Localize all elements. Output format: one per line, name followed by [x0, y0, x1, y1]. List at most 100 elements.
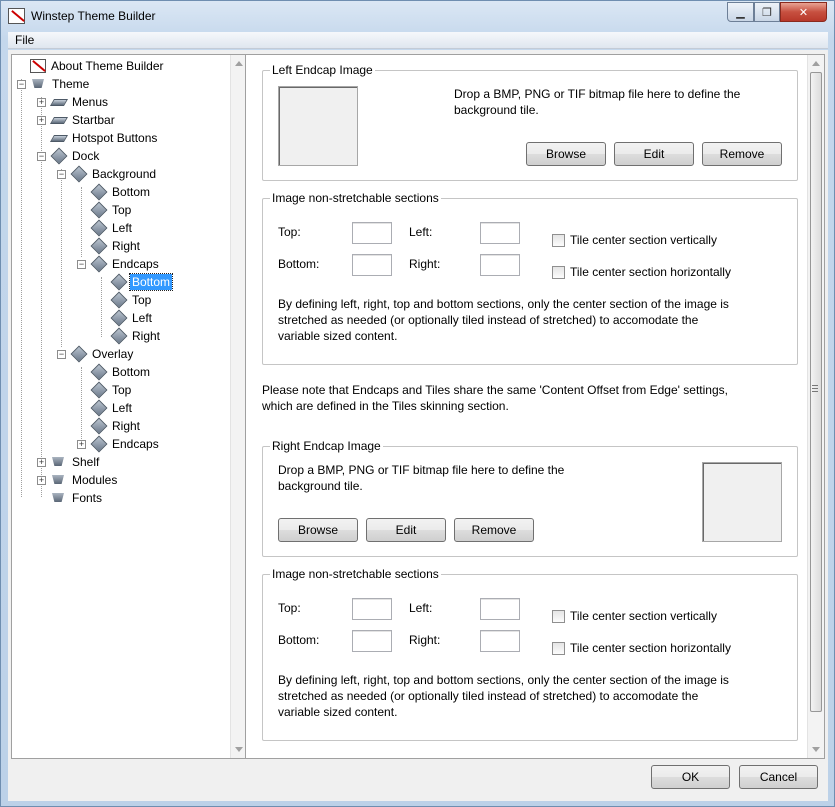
tree-item-overlay-top[interactable]: Top [90, 381, 133, 399]
scroll-grip-icon [812, 385, 818, 392]
right-edit-button[interactable]: Edit [366, 518, 446, 542]
scroll-down-arrow-icon[interactable] [235, 747, 243, 752]
background-icon [70, 167, 87, 181]
tree-item-background[interactable]: Background [70, 165, 158, 183]
left-remove-button[interactable]: Remove [702, 142, 782, 166]
tree-label: Left [112, 401, 133, 415]
tree-item-modules[interactable]: Modules [50, 471, 119, 489]
client-area: About Theme Builder − Theme + Menus + St… [8, 50, 828, 801]
collapse-endcaps-toggle[interactable]: − [77, 260, 86, 269]
menu-bar: File [8, 32, 828, 49]
top-label: Top: [278, 601, 301, 615]
tree-item-endcaps-right[interactable]: Right [110, 327, 162, 345]
expand-shelf-toggle[interactable]: + [37, 458, 46, 467]
close-icon: ✕ [798, 6, 809, 19]
scroll-down-arrow-icon[interactable] [812, 747, 820, 752]
close-button[interactable]: ✕ [780, 2, 827, 22]
collapse-dock-toggle[interactable]: − [37, 152, 46, 161]
left-field[interactable] [480, 598, 520, 620]
left-edit-button[interactable]: Edit [614, 142, 694, 166]
left-endcap-drop-zone[interactable] [278, 86, 358, 166]
tree-item-background-top[interactable]: Top [90, 201, 133, 219]
tree-item-about[interactable]: About Theme Builder [30, 57, 166, 75]
bottom-field[interactable] [352, 630, 392, 652]
maximize-button[interactable]: ❐ [754, 2, 780, 22]
left-browse-button[interactable]: Browse [526, 142, 606, 166]
scroll-thumb[interactable] [810, 72, 822, 712]
right-remove-button[interactable]: Remove [454, 518, 534, 542]
tree-item-fonts[interactable]: Fonts [50, 489, 104, 507]
tree-item-overlay-bottom[interactable]: Bottom [90, 363, 152, 381]
minimize-button[interactable]: ▁ [727, 2, 754, 22]
dock-icon [50, 149, 67, 163]
tree-item-overlay-endcaps[interactable]: Endcaps [90, 435, 161, 453]
expand-modules-toggle[interactable]: + [37, 476, 46, 485]
tree-item-endcaps-top[interactable]: Top [110, 291, 153, 309]
tree-item-dock[interactable]: Dock [50, 147, 101, 165]
menu-file[interactable]: File [15, 33, 34, 47]
top-field[interactable] [352, 598, 392, 620]
tile-vertical-checkbox[interactable] [552, 610, 565, 623]
tree-item-overlay-left[interactable]: Left [90, 399, 134, 417]
theme-tree[interactable]: About Theme Builder − Theme + Menus + St… [11, 54, 248, 759]
left-field[interactable] [480, 222, 520, 244]
tree-label: Bottom [112, 365, 151, 379]
settings-scrollbar[interactable] [807, 55, 824, 758]
scroll-up-arrow-icon[interactable] [812, 61, 820, 66]
tile-vertical-checkbox[interactable] [552, 234, 565, 247]
tree-item-shelf[interactable]: Shelf [50, 453, 101, 471]
top-label: Top: [278, 225, 301, 239]
drop-hint-line2: background tile. [454, 103, 539, 117]
tree-label: Menus [72, 95, 109, 109]
about-icon [30, 59, 46, 73]
tree-item-endcaps-bottom[interactable]: Bottom [110, 273, 174, 291]
shelf-icon [50, 455, 67, 469]
tree-label: Right [112, 239, 141, 253]
tree-item-background-left[interactable]: Left [90, 219, 134, 237]
expand-overlay-endcaps-toggle[interactable]: + [77, 440, 86, 449]
collapse-background-toggle[interactable]: − [57, 170, 66, 179]
tree-item-menus[interactable]: Menus [50, 93, 110, 111]
tree-item-endcaps[interactable]: Endcaps [90, 255, 161, 273]
right-browse-button[interactable]: Browse [278, 518, 358, 542]
description-line1: By defining left, right, top and bottom … [278, 673, 729, 687]
tree-item-theme[interactable]: Theme [30, 75, 91, 93]
title-bar[interactable]: Winstep Theme Builder ▁ ❐ ✕ [1, 1, 834, 32]
cancel-button[interactable]: Cancel [739, 765, 818, 789]
ok-button[interactable]: OK [651, 765, 730, 789]
top-field[interactable] [352, 222, 392, 244]
tree-label: Hotspot Buttons [72, 131, 158, 145]
tree-label: Fonts [72, 491, 103, 505]
right-field[interactable] [480, 630, 520, 652]
tree-item-overlay[interactable]: Overlay [70, 345, 135, 363]
right-field[interactable] [480, 254, 520, 276]
collapse-theme-toggle[interactable]: − [17, 80, 26, 89]
tree-label: Left [112, 221, 133, 235]
bottom-field[interactable] [352, 254, 392, 276]
scroll-up-arrow-icon[interactable] [235, 61, 243, 66]
description-line2: stretched as needed (or optionally tiled… [278, 689, 699, 703]
tile-horizontal-checkbox[interactable] [552, 642, 565, 655]
drop-hint-line1: Drop a BMP, PNG or TIF bitmap file here … [454, 87, 741, 101]
collapse-overlay-toggle[interactable]: − [57, 350, 66, 359]
tree-item-startbar[interactable]: Startbar [50, 111, 117, 129]
tree-item-endcaps-left[interactable]: Left [110, 309, 154, 327]
tree-item-background-bottom[interactable]: Bottom [90, 183, 152, 201]
diamond-icon [90, 221, 107, 235]
tile-horizontal-label: Tile center section horizontally [570, 641, 731, 655]
expand-startbar-toggle[interactable]: + [37, 116, 46, 125]
tree-label: Endcaps [112, 257, 159, 271]
drop-hint-line1: Drop a BMP, PNG or TIF bitmap file here … [278, 463, 565, 477]
right-label: Right: [409, 633, 441, 647]
description-line2: stretched as needed (or optionally tiled… [278, 313, 699, 327]
tree-item-background-right[interactable]: Right [90, 237, 142, 255]
diamond-icon [90, 239, 107, 253]
diamond-icon [90, 365, 107, 379]
tree-item-hotspot-buttons[interactable]: Hotspot Buttons [50, 129, 159, 147]
tile-horizontal-checkbox[interactable] [552, 266, 565, 279]
right-endcap-drop-zone[interactable] [702, 462, 782, 542]
group-title: Right Endcap Image [270, 439, 383, 453]
modules-icon [50, 473, 67, 487]
tree-item-overlay-right[interactable]: Right [90, 417, 142, 435]
expand-menus-toggle[interactable]: + [37, 98, 46, 107]
